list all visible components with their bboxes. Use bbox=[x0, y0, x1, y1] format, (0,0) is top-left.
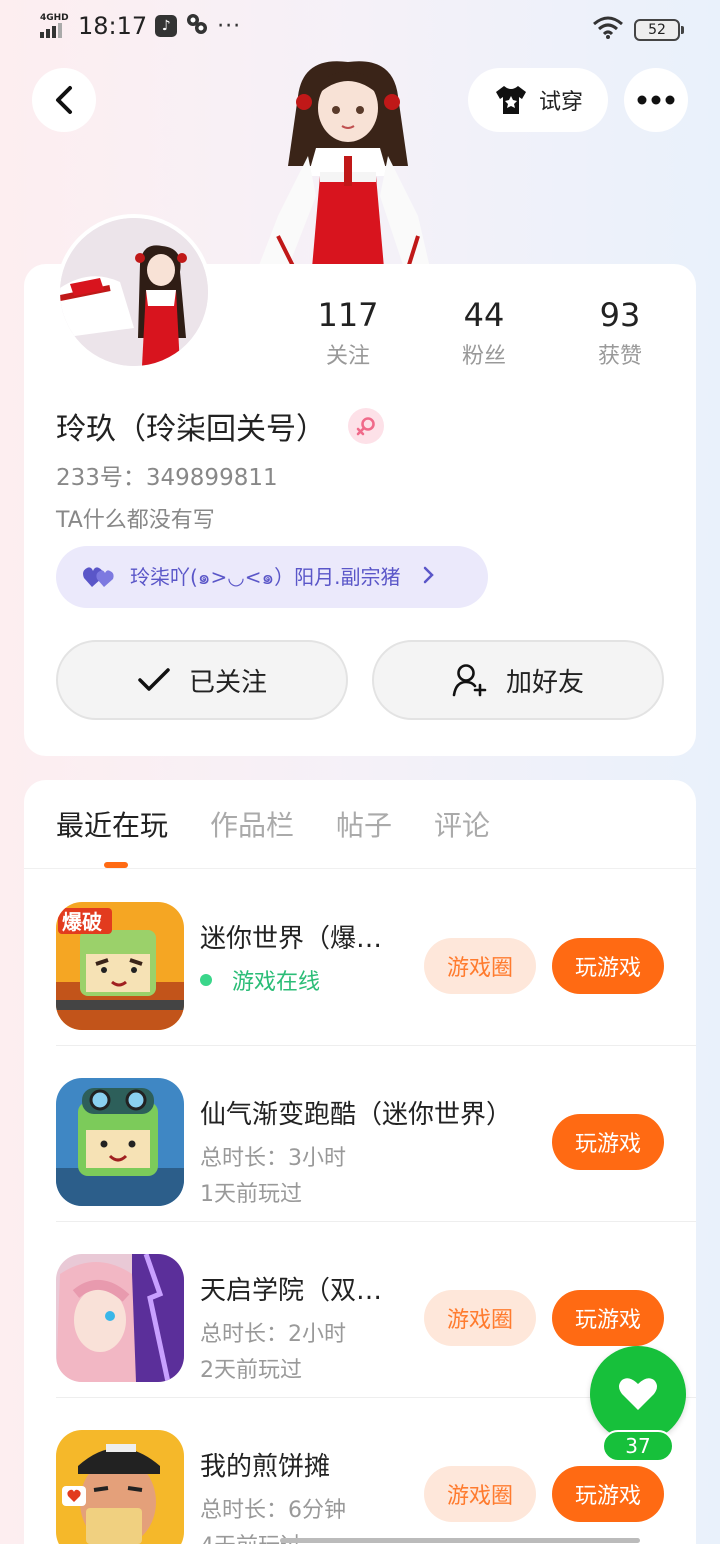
last-played: 2天前玩过 bbox=[200, 1358, 302, 1383]
nickname-row: 玲玖（玲柒回关号） bbox=[56, 404, 384, 448]
like-button[interactable] bbox=[590, 1346, 686, 1442]
online-status: 游戏在线 bbox=[200, 964, 320, 996]
try-on-button[interactable]: 试穿 bbox=[468, 68, 608, 132]
following-stat[interactable]: 117 关注 bbox=[280, 296, 416, 370]
online-dot bbox=[200, 974, 212, 986]
status-bar: 4GHD 18:17 ♪ ··· 52 bbox=[0, 0, 720, 56]
followers-count: 44 bbox=[463, 296, 505, 334]
checkmark-icon bbox=[138, 668, 170, 691]
user-id: 233号：349899811 bbox=[56, 465, 278, 491]
svg-text:爆破: 爆破 bbox=[62, 910, 102, 934]
nickname: 玲玖（玲柒回关号） bbox=[56, 412, 326, 447]
chevron-right-icon bbox=[423, 565, 435, 590]
likes-stat[interactable]: 93 获赞 bbox=[552, 296, 688, 370]
clock: 18:17 bbox=[78, 12, 148, 40]
game-circle-button[interactable]: 游戏圈 bbox=[424, 938, 536, 994]
avatar[interactable] bbox=[56, 214, 212, 370]
more-options-button[interactable] bbox=[624, 68, 688, 132]
signal-icon: 4GHD bbox=[40, 12, 70, 40]
play-game-button[interactable]: 玩游戏 bbox=[552, 1114, 664, 1170]
game-row[interactable]: 天启学院（双… 总时长：2小时 2天前玩过 游戏圈 玩游戏 bbox=[56, 1222, 696, 1398]
following-label: 关注 bbox=[325, 344, 370, 369]
play-duration: 总时长：6分钟 bbox=[200, 1498, 346, 1523]
more-dots-icon bbox=[637, 95, 675, 105]
play-duration: 总时长：2小时 bbox=[200, 1322, 346, 1347]
home-indicator[interactable] bbox=[280, 1538, 640, 1543]
play-game-button[interactable]: 玩游戏 bbox=[552, 1290, 664, 1346]
game-row[interactable]: 仙气渐变跑酷（迷你世界） 总时长：3小时 1天前玩过 玩游戏 bbox=[56, 1046, 696, 1222]
double-heart-icon bbox=[83, 567, 114, 587]
game-title: 天启学院（双… bbox=[200, 1276, 383, 1306]
try-on-label: 试穿 bbox=[538, 90, 583, 115]
followers-label: 粉丝 bbox=[461, 344, 506, 369]
game-title: 我的煎饼摊 bbox=[200, 1452, 331, 1482]
heart-icon bbox=[619, 1378, 657, 1410]
game-row[interactable]: 爆破 迷你世界（爆… 游戏在线 游戏圈 玩游戏 bbox=[56, 870, 696, 1046]
tab-works[interactable]: 作品栏 bbox=[210, 806, 294, 846]
add-user-icon bbox=[452, 664, 487, 697]
online-status-text: 游戏在线 bbox=[232, 970, 321, 995]
female-gender-icon bbox=[348, 408, 384, 444]
followers-stat[interactable]: 44 粉丝 bbox=[416, 296, 552, 370]
tab-posts[interactable]: 帖子 bbox=[336, 806, 392, 846]
following-count: 117 bbox=[317, 296, 379, 334]
tab-comments[interactable]: 评论 bbox=[434, 806, 490, 846]
last-played: 1天前玩过 bbox=[200, 1182, 302, 1207]
game-icon-apocalypse-academy[interactable] bbox=[56, 1254, 184, 1382]
play-duration: 总时长：3小时 bbox=[200, 1146, 346, 1171]
likes-label: 获赞 bbox=[597, 344, 642, 369]
game-row[interactable]: 我的煎饼摊 总时长：6分钟 4天前玩过 游戏圈 玩游戏 bbox=[56, 1398, 664, 1544]
battery-indicator: 52 bbox=[634, 19, 684, 41]
play-game-button[interactable]: 玩游戏 bbox=[552, 1466, 664, 1522]
game-circle-button[interactable]: 游戏圈 bbox=[424, 1290, 536, 1346]
game-icon-parkour[interactable] bbox=[56, 1078, 184, 1206]
back-button[interactable] bbox=[32, 68, 96, 132]
likes-count: 93 bbox=[599, 296, 641, 334]
shirt-icon bbox=[495, 86, 526, 114]
bio: TA什么都没有写 bbox=[56, 508, 215, 533]
add-friend-button[interactable]: 加好友 bbox=[372, 640, 664, 720]
game-title: 仙气渐变跑酷（迷你世界） bbox=[200, 1100, 513, 1130]
app-icon bbox=[185, 12, 209, 40]
more-notifications: ··· bbox=[217, 13, 242, 39]
followed-label: 已关注 bbox=[188, 667, 267, 698]
game-icon-mini-world[interactable]: 爆破 bbox=[56, 902, 184, 1030]
network-type: 4GHD bbox=[40, 13, 69, 23]
game-title: 迷你世界（爆… bbox=[200, 924, 383, 954]
relationship-text: 玲柒吖(๑>◡<๑）阳月.副宗猪 bbox=[130, 565, 401, 589]
add-friend-label: 加好友 bbox=[505, 667, 584, 698]
tab-recently-played[interactable]: 最近在玩 bbox=[56, 806, 168, 846]
profile-stats: 117 关注 44 粉丝 93 获赞 bbox=[280, 296, 688, 370]
activity-card: 最近在玩 作品栏 帖子 评论 爆破 迷你世界（爆… 游戏在线 游戏圈 玩游戏 仙… bbox=[24, 780, 696, 1544]
like-count: 37 bbox=[602, 1430, 674, 1462]
back-arrow-icon bbox=[56, 86, 72, 114]
avatar-character-illustration[interactable] bbox=[258, 56, 438, 269]
relationship-badge[interactable]: 玲柒吖(๑>◡<๑）阳月.副宗猪 bbox=[56, 546, 488, 608]
play-game-button[interactable]: 玩游戏 bbox=[552, 938, 664, 994]
profile-tabs: 最近在玩 作品栏 帖子 评论 bbox=[56, 806, 490, 846]
game-circle-button[interactable]: 游戏圈 bbox=[424, 1466, 536, 1522]
tabs-divider bbox=[24, 868, 696, 869]
game-icon-pancake-stall[interactable] bbox=[56, 1430, 184, 1544]
followed-button[interactable]: 已关注 bbox=[56, 640, 348, 720]
wifi-icon bbox=[592, 16, 624, 44]
tiktok-icon: ♪ bbox=[155, 15, 178, 37]
